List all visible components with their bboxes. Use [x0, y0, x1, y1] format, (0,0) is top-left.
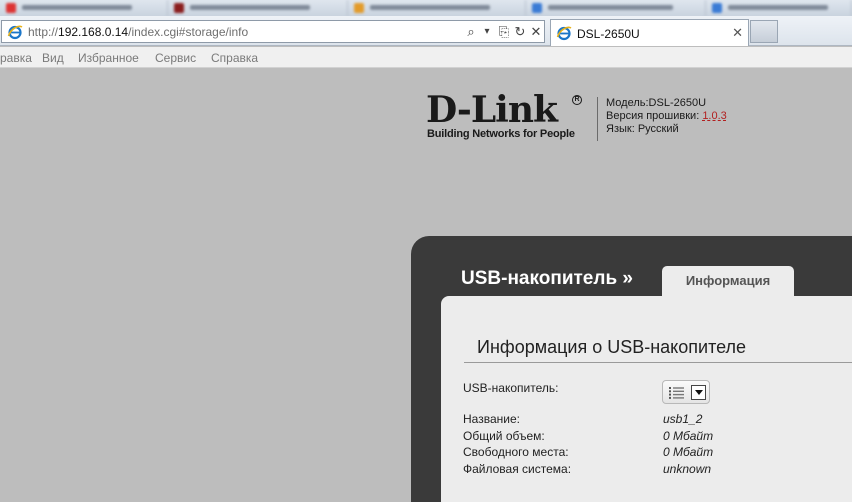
- url-text[interactable]: http://192.168.0.14/index.cgi#storage/in…: [28, 25, 248, 39]
- active-browser-tab[interactable]: DSL-2650U ✕: [550, 19, 749, 46]
- background-tab[interactable]: [0, 0, 168, 16]
- field-value-name: usb1_2: [663, 412, 703, 426]
- menu-item-help[interactable]: Справка: [211, 51, 258, 65]
- background-tab[interactable]: [348, 0, 526, 16]
- title-divider: [464, 362, 852, 363]
- refresh-icon[interactable]: ↻: [512, 23, 528, 41]
- field-label-name: Название:: [463, 412, 520, 426]
- browser-nav-row: http://192.168.0.14/index.cgi#storage/in…: [0, 16, 852, 46]
- close-icon[interactable]: ✕: [732, 25, 743, 41]
- section-title: USB-накопитель »: [461, 268, 633, 289]
- device-info: Модель:DSL-2650U Версия прошивки: 1.0.3 …: [606, 97, 727, 136]
- registered-mark: R: [572, 95, 582, 105]
- tab-information[interactable]: Информация: [662, 266, 794, 296]
- tab-information-label: Информация: [685, 273, 771, 288]
- page-title: Информация о USB-накопителе: [477, 337, 747, 357]
- firmware-link[interactable]: 1.0.3: [702, 110, 726, 122]
- ie-page-icon: [556, 26, 572, 41]
- address-bar[interactable]: http://192.168.0.14/index.cgi#storage/in…: [1, 20, 545, 43]
- ie-page-icon: [7, 25, 23, 40]
- field-value-file-system: unknown: [663, 462, 712, 476]
- background-tab[interactable]: [168, 0, 348, 16]
- compatibility-view-icon[interactable]: ⎘: [496, 23, 512, 41]
- background-tab[interactable]: [706, 0, 852, 16]
- menu-item-view[interactable]: Вид: [42, 51, 64, 65]
- background-tab[interactable]: [526, 0, 706, 16]
- logo-tagline: Building Networks for People: [427, 128, 575, 140]
- list-icon: [669, 387, 684, 399]
- field-label-free-space: Свободного места:: [463, 445, 569, 459]
- field-value-total-size: 0 Мбайт: [663, 429, 714, 443]
- usb-drive-select[interactable]: [662, 380, 710, 404]
- dlink-logo[interactable]: D-Link R Building Networks for People: [426, 90, 591, 146]
- header-divider: [597, 97, 598, 141]
- field-label-total-size: Общий объем:: [463, 429, 545, 443]
- model-line: Модель:DSL-2650U: [606, 97, 707, 109]
- stop-icon[interactable]: ✕: [528, 23, 544, 41]
- background-tab-strip: [0, 0, 852, 16]
- dropdown-arrow-icon[interactable]: [691, 385, 706, 400]
- search-icon[interactable]: ⌕: [463, 23, 479, 41]
- firmware-line: Версия прошивки: 1.0.3: [606, 110, 727, 122]
- menu-item-favorites[interactable]: Избранное: [78, 51, 139, 65]
- tab-title: DSL-2650U: [577, 27, 640, 41]
- menu-bar: равка Вид Избранное Сервис Справка: [0, 47, 852, 68]
- field-label-file-system: Файловая система:: [463, 462, 572, 476]
- menu-item-edit[interactable]: равка: [0, 51, 32, 65]
- usb-drive-label: USB-накопитель:: [463, 381, 559, 395]
- logo-wordmark: D-Link: [426, 89, 558, 131]
- field-value-free-space: 0 Мбайт: [663, 445, 714, 459]
- menu-item-tools[interactable]: Сервис: [155, 51, 196, 65]
- language-line: Язык: Русский: [606, 123, 679, 135]
- chevron-down-icon[interactable]: ▾: [479, 23, 495, 41]
- new-tab-button[interactable]: [750, 20, 778, 43]
